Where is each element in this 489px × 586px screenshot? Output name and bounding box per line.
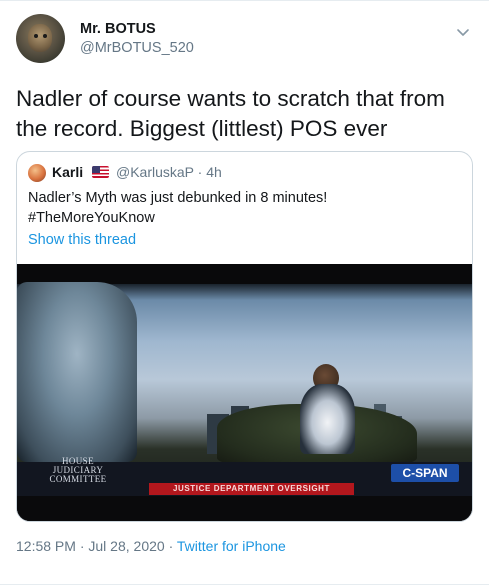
avatar-eye-left — [34, 34, 38, 38]
author-handle[interactable]: @MrBOTUS_520 — [80, 40, 194, 56]
quoted-author-handle-time: @KarluskaP · 4h — [116, 164, 222, 180]
show-thread-link[interactable]: Show this thread — [28, 232, 136, 248]
video-chyron: JUSTICE DEPARTMENT OVERSIGHT — [149, 483, 354, 495]
video-letterbox-bottom — [17, 496, 472, 521]
source-separator: · — [164, 538, 177, 554]
video-foreground-tree — [17, 282, 137, 462]
avatar-face — [28, 24, 52, 52]
avatar-eye-right — [43, 34, 47, 38]
tweet-timestamp: 12:58 PM · Jul 28, 2020 · Twitter for iP… — [16, 538, 286, 554]
quoted-author-avatar — [28, 164, 46, 182]
quoted-hashtag[interactable]: #TheMoreYouKnow — [28, 208, 458, 228]
tweet-source-link[interactable]: Twitter for iPhone — [177, 538, 286, 554]
video-player[interactable]: HOUSE JUDICIARY COMMITTEE C-SPAN JUSTICE… — [17, 264, 472, 521]
bottom-divider — [0, 584, 489, 585]
tweet-time[interactable]: 12:58 PM — [16, 538, 76, 554]
chevron-down-icon[interactable] — [455, 24, 471, 40]
quoted-author-name: Karli — [52, 164, 84, 180]
top-divider — [0, 0, 489, 1]
video-letterbox-top — [17, 264, 472, 284]
tweet-date[interactable]: Jul 28, 2020 — [88, 538, 164, 554]
quoted-tweet-text: Nadler’s Myth was just debunked in 8 min… — [28, 188, 458, 228]
date-separator: · — [75, 538, 89, 554]
quoted-text-line-1: Nadler’s Myth was just debunked in 8 min… — [28, 190, 328, 206]
video-person — [300, 384, 355, 454]
tweet-text: Nadler of course wants to scratch that f… — [16, 86, 445, 141]
house-judiciary-logo: HOUSE JUDICIARY COMMITTEE — [49, 456, 107, 484]
author-display-name[interactable]: Mr. BOTUS — [80, 21, 156, 37]
cspan-logo: C-SPAN — [391, 464, 459, 482]
quoted-tweet-card[interactable]: Karli @KarluskaP · 4h Nadler’s Myth was … — [16, 151, 473, 522]
us-flag-icon — [92, 166, 109, 178]
author-avatar[interactable] — [16, 14, 65, 63]
